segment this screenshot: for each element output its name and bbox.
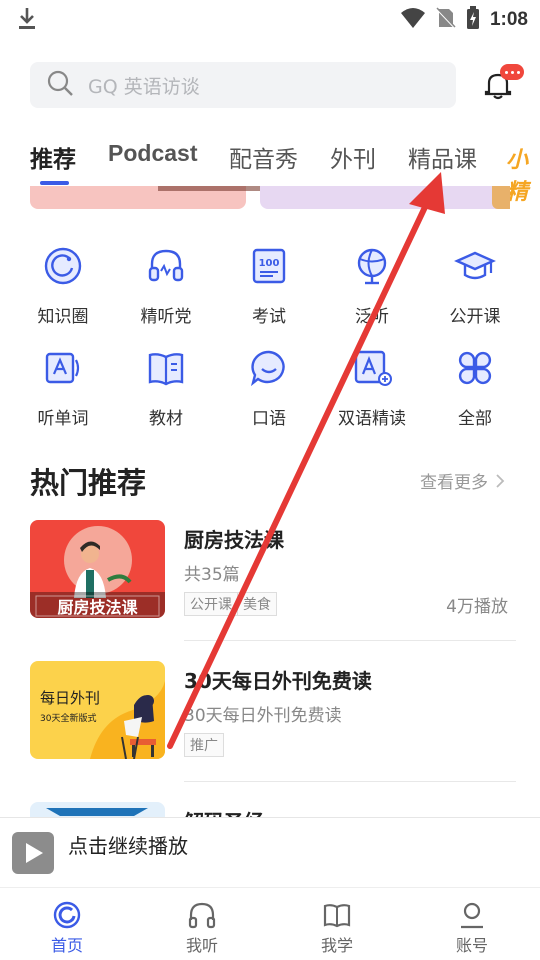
section-title-hot: 热门推荐 [30, 466, 147, 500]
status-bar: 1:08 [0, 0, 540, 38]
item-title: 厨房技法课 [184, 528, 284, 552]
clock-time: 1:08 [489, 9, 528, 30]
download-icon [16, 6, 38, 34]
wifi-icon [400, 7, 426, 33]
tag: 公开课 [184, 592, 238, 616]
search-placeholder: GQ 英语访谈 [88, 75, 200, 98]
open-book-icon [322, 900, 352, 930]
grid-item-knowledge-circle[interactable]: 知识圈 [13, 244, 113, 327]
book-icon [144, 346, 188, 390]
banner-slide[interactable] [30, 186, 262, 209]
word-card-icon [41, 346, 85, 390]
nav-label: 我学 [320, 936, 353, 955]
mini-player[interactable]: 点击继续播放 [0, 817, 540, 887]
nav-label: 账号 [455, 936, 488, 955]
tab-podcast[interactable]: Podcast [108, 140, 197, 167]
grid-label: 双语精读 [338, 409, 406, 429]
play-icon [26, 843, 43, 863]
grid-item-speaking[interactable]: 口语 [219, 346, 319, 429]
tag: 推广 [184, 733, 224, 757]
nav-item-listen[interactable]: 我听 [162, 900, 242, 956]
item-subtitle: 30天每日外刊免费读 [184, 706, 342, 726]
globe-icon [350, 244, 394, 288]
thumb-caption: 每日外刊 [40, 689, 101, 707]
battery-charging-icon [466, 6, 480, 34]
tag: 美食 [238, 592, 277, 616]
item-title: 30天每日外刊免费读 [184, 669, 372, 693]
see-more-link[interactable]: 查看更多 [420, 468, 508, 493]
nav-label: 首页 [50, 936, 83, 955]
headphones-icon [187, 900, 217, 930]
course-thumbnail: 每日外刊 30天全新版式 [30, 661, 165, 759]
notification-button[interactable] [484, 64, 524, 106]
search-input[interactable]: GQ 英语访谈 [30, 62, 456, 108]
item-tags: 推广 [184, 733, 224, 757]
grid-label: 听单词 [37, 409, 89, 429]
user-icon [457, 900, 487, 930]
tab-active-indicator [40, 181, 69, 185]
circle-refresh-icon [41, 244, 85, 288]
search-icon [46, 69, 74, 101]
nav-item-home[interactable]: 首页 [27, 900, 107, 956]
course-thumbnail [30, 802, 165, 817]
nav-item-learn[interactable]: 我学 [297, 900, 377, 956]
continue-play-label: 点击继续播放 [68, 834, 188, 858]
grid-label: 泛听 [355, 307, 389, 327]
grid-label: 考试 [252, 307, 286, 327]
no-sim-icon [436, 7, 456, 33]
item-count: 共35篇 [184, 565, 240, 585]
grid-item-intensive-listening[interactable]: 精听党 [116, 244, 216, 327]
bilingual-icon [350, 346, 394, 390]
tab-partial[interactable]: 小精 [506, 142, 540, 206]
nav-label: 我听 [185, 936, 218, 955]
tab-dubbing[interactable]: 配音秀 [229, 140, 298, 174]
tab-recommend[interactable]: 推荐 [30, 140, 76, 174]
tab-foreign-press[interactable]: 外刊 [330, 140, 376, 174]
nav-item-account[interactable]: 账号 [432, 900, 512, 956]
grid-label: 全部 [458, 409, 492, 429]
graduation-cap-icon [453, 244, 497, 288]
thumb-subcaption: 30天全新版式 [40, 714, 97, 724]
grid-label: 知识圈 [37, 307, 89, 327]
course-thumbnail: 厨房技法课 [30, 520, 165, 618]
grid-item-textbook[interactable]: 教材 [116, 346, 216, 429]
list-divider [184, 640, 516, 641]
item-title: 解码圣经 [184, 806, 264, 817]
list-item[interactable]: 每日外刊 30天全新版式 30天每日外刊免费读 30天每日外刊免费读 推广 [30, 661, 516, 761]
play-button[interactable] [12, 832, 54, 874]
grid-item-extensive-listening[interactable]: 泛听 [322, 244, 422, 327]
grid-label: 口语 [252, 409, 286, 429]
banner-slide[interactable] [492, 186, 510, 209]
grid-item-exam[interactable]: 100 考试 [219, 244, 319, 327]
grid-item-all[interactable]: 全部 [425, 346, 525, 429]
svg-text:100: 100 [259, 258, 280, 269]
grid-label: 教材 [149, 409, 183, 429]
grid-item-bilingual-reading[interactable]: 双语精读 [322, 346, 422, 429]
banner-slide[interactable] [260, 186, 506, 209]
list-item[interactable]: 厨房技法课 厨房技法课 共35篇 公开课 美食 4万播放 [30, 520, 516, 620]
grid-label: 公开课 [449, 307, 501, 327]
unread-badge [500, 64, 524, 80]
chevron-right-icon [496, 473, 505, 488]
item-tags: 公开课 美食 [184, 592, 277, 616]
bottom-nav: 首页 我听 我学 账号 [0, 887, 540, 960]
grid-all-icon [453, 346, 497, 390]
grid-item-open-course[interactable]: 公开课 [425, 244, 525, 327]
play-count: 4万播放 [446, 597, 508, 617]
tab-premium-course[interactable]: 精品课 [408, 140, 477, 174]
grid-label: 精听党 [140, 307, 192, 327]
see-more-label: 查看更多 [420, 473, 488, 493]
exam-100-icon: 100 [247, 244, 291, 288]
headset-icon [144, 244, 188, 288]
home-icon [52, 900, 82, 930]
thumb-caption: 厨房技法课 [57, 598, 138, 617]
speech-bubble-icon [247, 346, 291, 390]
category-tabs: 推荐 Podcast 配音秀 外刊 精品课 [30, 140, 540, 180]
list-divider [184, 781, 516, 782]
list-item[interactable]: 解码圣经 [30, 802, 516, 817]
grid-item-listen-words[interactable]: 听单词 [13, 346, 113, 429]
